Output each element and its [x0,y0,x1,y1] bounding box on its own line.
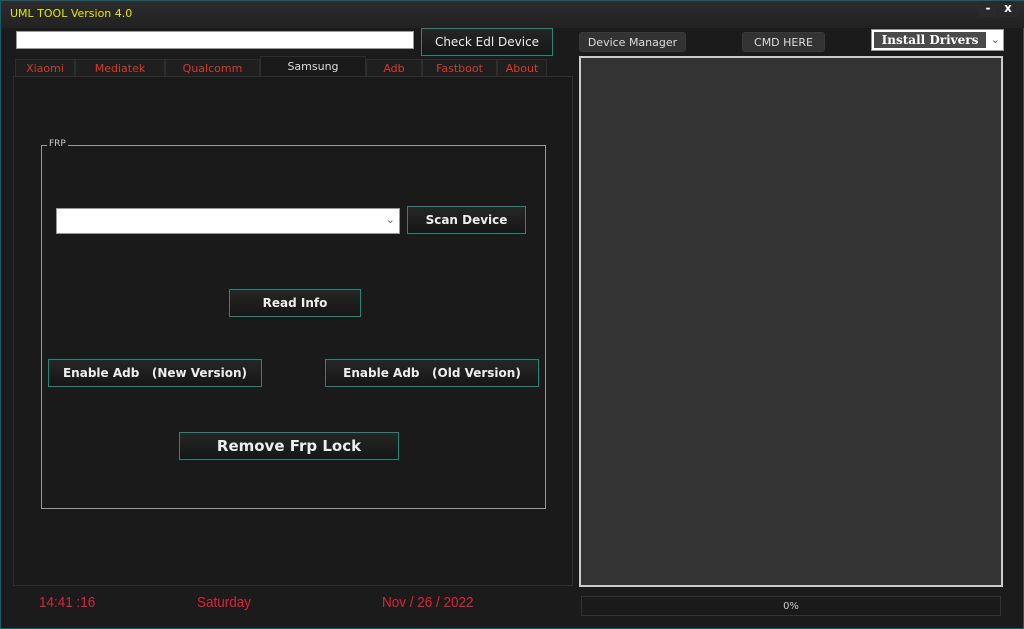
window-title: UML TOOL Version 4.0 [10,7,133,20]
device-manager-button[interactable]: Device Manager [579,32,686,52]
close-button[interactable]: x [999,1,1017,17]
day-label: Saturday [197,594,252,611]
cmd-here-button[interactable]: CMD HERE [742,32,825,52]
remove-frp-lock-button[interactable]: Remove Frp Lock [179,432,399,460]
check-edl-device-button[interactable]: Check Edl Device [421,28,553,56]
tab-fastboot[interactable]: Fastboot [422,59,497,76]
title-bar [1,1,1024,28]
install-drivers-select[interactable]: Install Drivers ⌄ [871,29,1004,51]
progress-label: 0% [783,600,799,612]
enable-adb-old-button[interactable]: Enable Adb (Old Version) [325,359,539,387]
tab-adb[interactable]: Adb [366,59,422,76]
minimize-button[interactable]: - [979,1,997,17]
scan-device-button[interactable]: Scan Device [407,206,526,234]
device-select[interactable]: ⌄ [56,208,400,234]
path-input[interactable] [16,31,414,49]
chevron-down-icon: ⌄ [990,33,1000,46]
chevron-down-icon: ⌄ [385,213,395,226]
clock-time: 14:41 :16 [39,594,96,611]
frp-group-label: FRP [47,139,68,149]
tab-samsung[interactable]: Samsung [260,56,366,76]
tab-qualcomm[interactable]: Qualcomm [165,59,260,76]
tab-about[interactable]: About [497,59,547,76]
tab-xiaomi[interactable]: Xiaomi [15,59,75,76]
progress-bar: 0% [581,596,1001,616]
tab-mediatek[interactable]: Mediatek [75,59,165,76]
enable-adb-new-button[interactable]: Enable Adb (New Version) [48,359,262,387]
install-drivers-value: Install Drivers [874,32,986,48]
log-console[interactable] [579,56,1003,587]
date-label: Nov / 26 / 2022 [382,594,474,611]
read-info-button[interactable]: Read Info [229,289,361,317]
